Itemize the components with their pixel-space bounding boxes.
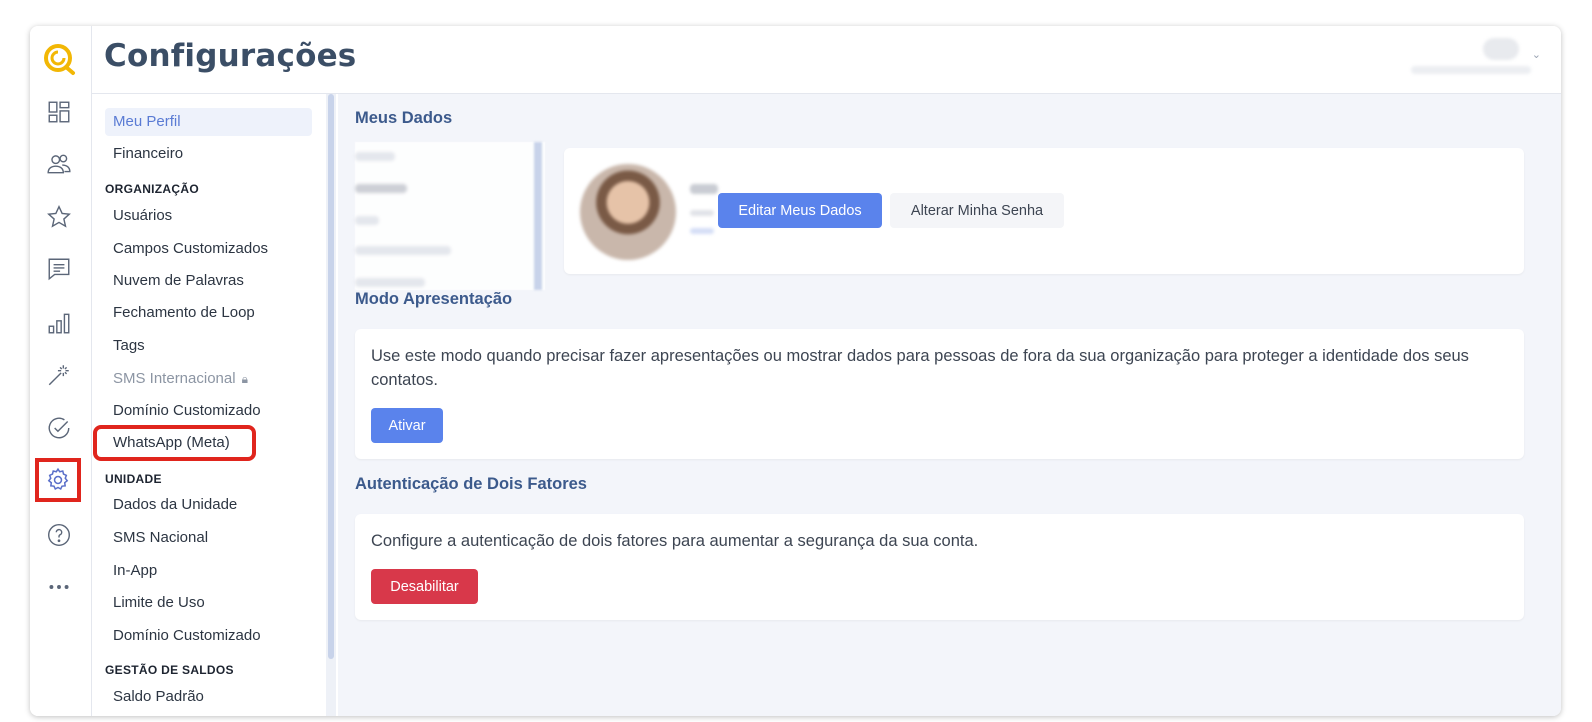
nav-item-financeiro[interactable]: Financeiro (105, 140, 312, 168)
nav-item-dominio-customizado-unidade[interactable]: Domínio Customizado (105, 622, 312, 650)
more-icon[interactable] (43, 571, 75, 603)
star-icon[interactable] (43, 201, 75, 233)
nav-item-sms-internacional[interactable]: SMS Internacional 🔒︎ (105, 365, 312, 393)
scrollbar-thumb[interactable] (328, 94, 334, 659)
user-subtitle (1411, 66, 1531, 74)
nav-item-fechamento-de-loop[interactable]: Fechamento de Loop (105, 299, 312, 327)
nav-item-usuarios[interactable]: Usuários (105, 202, 312, 230)
edit-my-data-button[interactable]: Editar Meus Dados (718, 193, 882, 228)
nav-item-dados-da-unidade[interactable]: Dados da Unidade (105, 491, 312, 519)
avatar (580, 164, 676, 260)
logo-icon[interactable] (42, 42, 76, 76)
nav-item-limite-de-uso[interactable]: Limite de Uso (105, 589, 312, 617)
user-email-blurred (690, 210, 714, 216)
ghost-scrollbar (534, 142, 542, 290)
chart-icon[interactable] (43, 307, 75, 339)
user-menu[interactable]: ⌄ (1397, 36, 1547, 80)
page-title: Configurações (104, 38, 357, 74)
nav-item-meu-perfil[interactable]: Meu Perfil (105, 108, 312, 136)
meus-dados-card: Editar Meus Dados Alterar Minha Senha (564, 148, 1524, 274)
modo-apresentacao-text: Use este modo quando precisar fazer apre… (371, 347, 1469, 389)
dois-fatores-text: Configure a autenticação de dois fatores… (371, 532, 979, 550)
app-window: Configurações ⌄ Meu Perfil Financeiro OR… (30, 26, 1561, 716)
section-organizacao: ORGANIZAÇÃO (105, 182, 199, 196)
user-name-blurred (690, 184, 718, 194)
modo-apresentacao-title: Modo Apresentação (355, 290, 513, 308)
nav-item-in-app[interactable]: In-App (105, 557, 312, 585)
nav-item-campos-customizados[interactable]: Campos Customizados (105, 235, 312, 263)
dois-fatores-title: Autenticação de Dois Fatores (355, 475, 587, 493)
magic-wand-icon[interactable] (43, 359, 75, 391)
settings-nav: Meu Perfil Financeiro ORGANIZAÇÃO Usuári… (92, 94, 338, 716)
change-password-button[interactable]: Alterar Minha Senha (890, 193, 1064, 228)
modo-apresentacao-card: Use este modo quando precisar fazer apre… (355, 329, 1524, 459)
nav-item-tags[interactable]: Tags (105, 332, 312, 360)
nav-item-whatsapp-meta[interactable]: WhatsApp (Meta) (93, 425, 256, 461)
gear-icon[interactable] (35, 458, 81, 502)
nav-item-dominio-customizado[interactable]: Domínio Customizado (105, 397, 312, 425)
help-icon[interactable] (43, 519, 75, 551)
icon-rail (30, 26, 92, 716)
dois-fatores-card: Configure a autenticação de dois fatores… (355, 514, 1524, 620)
nav-item-saldo-padrao[interactable]: Saldo Padrão (105, 683, 312, 711)
lock-icon: 🔒︎ (241, 372, 248, 386)
contacts-icon[interactable] (43, 148, 75, 180)
nav-item-label: SMS Internacional (113, 370, 236, 387)
chat-icon[interactable] (43, 253, 75, 285)
user-link-blurred (690, 228, 714, 234)
activate-button[interactable]: Ativar (371, 408, 443, 443)
main-content: Meus Dados Editar Meus Dados Alterar Min… (338, 94, 1561, 716)
disable-2fa-button[interactable]: Desabilitar (371, 569, 478, 604)
avatar (1483, 38, 1519, 60)
section-gestao-de-saldos: GESTÃO DE SALDOS (105, 663, 234, 677)
chevron-down-icon: ⌄ (1531, 48, 1541, 61)
ghost-nav-overlay (355, 142, 545, 290)
check-circle-icon[interactable] (43, 412, 75, 444)
nav-item-nuvem-de-palavras[interactable]: Nuvem de Palavras (105, 267, 312, 295)
meus-dados-title: Meus Dados (355, 109, 453, 127)
top-header: Configurações ⌄ (92, 26, 1561, 94)
section-unidade: UNIDADE (105, 472, 162, 486)
dashboard-icon[interactable] (43, 96, 75, 128)
nav-item-sms-nacional[interactable]: SMS Nacional (105, 524, 312, 552)
